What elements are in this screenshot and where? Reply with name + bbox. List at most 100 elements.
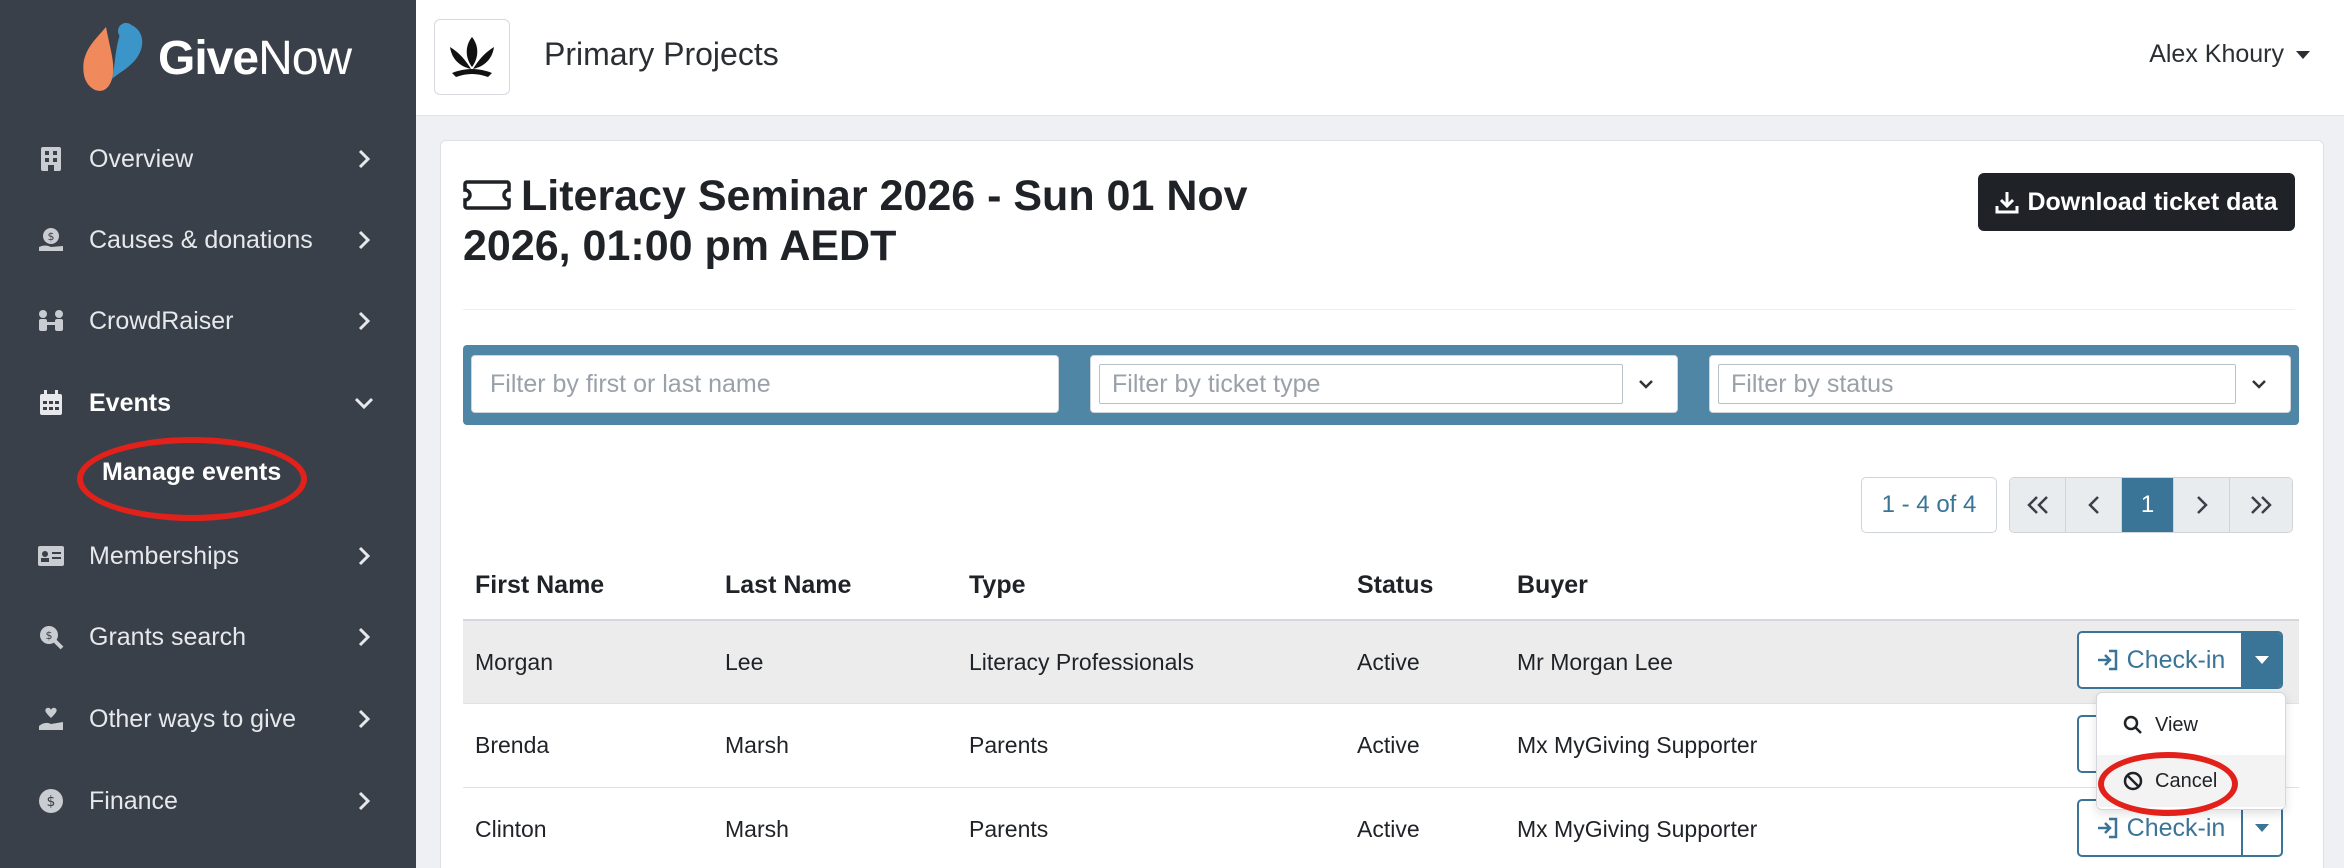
sidebar-item-overview[interactable]: Overview: [0, 129, 416, 189]
caret-down-icon: [2296, 50, 2310, 59]
cell-first-name: Clinton: [475, 816, 547, 842]
pagination: 1: [2009, 477, 2293, 533]
logo-text: GiveNow: [158, 31, 352, 85]
event-tickets-card: Literacy Seminar 2026 - Sun 01 Nov 2026,…: [440, 140, 2324, 868]
menu-item-view[interactable]: View: [2097, 699, 2285, 751]
ticket-type-filter[interactable]: Filter by ticket type: [1090, 355, 1678, 413]
sidebar-item-label: Finance: [89, 786, 178, 815]
coin-icon: $: [36, 786, 66, 816]
chevron-right-icon: [358, 627, 371, 647]
sidebar: GiveNow Overview $ Causes & donations Cr…: [0, 0, 416, 868]
sidebar-item-label: Other ways to give: [89, 704, 297, 733]
cell-first-name: Brenda: [475, 732, 550, 758]
search-dollar-icon: $: [36, 622, 66, 652]
sidebar-item-label: Events: [89, 388, 171, 417]
sidebar-item-label: Grants search: [89, 622, 247, 651]
chevron-right-icon: [2196, 496, 2208, 514]
chevron-right-icon: [358, 791, 371, 811]
chevron-right-icon: [358, 311, 371, 331]
highlight-annotation: [77, 437, 307, 521]
sidebar-item-label: Overview: [89, 144, 194, 173]
top-bar: Primary Projects Alex Khoury: [416, 0, 2344, 116]
lotus-logo-icon: [450, 37, 494, 77]
user-menu[interactable]: Alex Khoury: [2149, 40, 2310, 69]
chevron-down-icon: [354, 397, 374, 410]
sidebar-item-other-ways[interactable]: Other ways to give: [0, 689, 416, 749]
cell-type: Parents: [969, 732, 1049, 758]
cell-first-name: Morgan: [475, 649, 553, 675]
sidebar-item-events[interactable]: Events: [0, 373, 416, 433]
column-header-last-name[interactable]: Last Name: [725, 571, 851, 600]
divider: [463, 309, 2295, 310]
ticket-icon: [463, 179, 511, 210]
chevron-right-icon: [358, 230, 371, 250]
heart-logo-icon: [83, 23, 143, 91]
check-in-split-button: Check-in: [2077, 631, 2283, 689]
search-icon: [2121, 713, 2145, 737]
sidebar-item-crowdraiser[interactable]: CrowdRaiser: [0, 291, 416, 351]
name-filter-field[interactable]: [471, 355, 1059, 413]
org-name: Primary Projects: [544, 36, 779, 72]
filter-bar: Filter by ticket type Filter by status: [463, 345, 2299, 425]
column-header-type[interactable]: Type: [969, 571, 1026, 600]
svg-text:$: $: [47, 794, 56, 810]
caret-down-icon: [2255, 824, 2269, 832]
ticket-type-select[interactable]: Filter by ticket type: [1099, 364, 1623, 404]
check-in-dropdown-toggle[interactable]: [2241, 633, 2281, 687]
table-row: Morgan Lee Literacy Professionals Active…: [463, 619, 2299, 703]
org-logo[interactable]: [434, 19, 510, 95]
chevron-down-icon[interactable]: [1623, 374, 1669, 394]
chevron-right-icon: [358, 149, 371, 169]
user-name: Alex Khoury: [2149, 40, 2284, 68]
chevron-right-icon: [358, 546, 371, 566]
sidebar-item-label: CrowdRaiser: [89, 306, 234, 335]
cell-status: Active: [1357, 732, 1420, 758]
first-page-button[interactable]: [2010, 478, 2066, 532]
chevron-right-icon: [358, 709, 371, 729]
cell-type: Literacy Professionals: [969, 649, 1194, 675]
status-filter[interactable]: Filter by status: [1709, 355, 2291, 413]
hand-heart-icon: [36, 704, 66, 734]
givenow-logo[interactable]: GiveNow: [76, 18, 352, 98]
double-chevron-left-icon: [2026, 496, 2048, 514]
sign-in-icon: [2097, 817, 2117, 839]
people-icon: [36, 306, 66, 336]
cell-status: Active: [1357, 649, 1420, 675]
page-title: Literacy Seminar 2026 - Sun 01 Nov 2026,…: [463, 172, 1248, 270]
sidebar-item-finance[interactable]: $ Finance: [0, 771, 416, 831]
sidebar-item-grants[interactable]: $ Grants search: [0, 607, 416, 667]
check-in-button[interactable]: Check-in: [2079, 633, 2241, 687]
id-card-icon: [36, 541, 66, 571]
last-page-button[interactable]: [2230, 478, 2292, 532]
next-page-button[interactable]: [2174, 478, 2230, 532]
download-icon: [1995, 192, 2019, 214]
table-row: Clinton Marsh Parents Active Mx MyGiving…: [463, 787, 2299, 868]
sidebar-item-memberships[interactable]: Memberships: [0, 526, 416, 586]
cell-last-name: Marsh: [725, 732, 789, 758]
sidebar-item-label: Memberships: [89, 541, 240, 570]
calendar-icon: [36, 388, 66, 418]
svg-text:$: $: [48, 230, 55, 243]
donation-icon: $: [36, 225, 66, 255]
sidebar-item-label: Causes & donations: [89, 225, 313, 254]
caret-down-icon: [2255, 656, 2269, 664]
chevron-down-icon[interactable]: [2236, 374, 2282, 394]
page-1-button[interactable]: 1: [2122, 478, 2174, 532]
building-icon: [36, 144, 66, 174]
column-header-buyer[interactable]: Buyer: [1517, 571, 1588, 600]
cell-buyer: Mx MyGiving Supporter: [1517, 816, 1758, 842]
chevron-left-icon: [2087, 496, 2099, 514]
status-select[interactable]: Filter by status: [1718, 364, 2236, 404]
download-ticket-data-button[interactable]: Download ticket data: [1978, 173, 2295, 231]
cell-last-name: Lee: [725, 649, 764, 675]
cell-last-name: Marsh: [725, 816, 789, 842]
column-header-status[interactable]: Status: [1357, 571, 1433, 600]
result-count: 1 - 4 of 4: [1861, 477, 1997, 533]
cell-type: Parents: [969, 816, 1049, 842]
highlight-annotation: [2098, 752, 2238, 816]
svg-text:$: $: [46, 629, 53, 642]
prev-page-button[interactable]: [2066, 478, 2122, 532]
name-filter-input[interactable]: [472, 356, 1058, 412]
column-header-first-name[interactable]: First Name: [475, 571, 604, 600]
sidebar-item-causes[interactable]: $ Causes & donations: [0, 210, 416, 270]
